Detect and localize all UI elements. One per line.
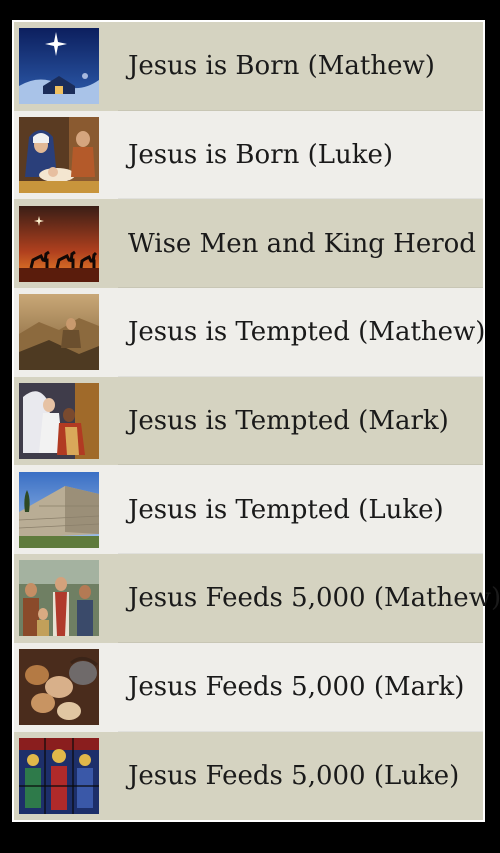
story-list: Jesus is Born (Mathew) Jesus is Born (Lu… [14,22,500,821]
list-item[interactable]: Jesus Feeds 5,000 (Mathew) [14,554,500,643]
bread-loaves-icon [19,649,99,726]
list-item[interactable]: Jesus is Born (Luke) [14,110,483,200]
item-label: Jesus Feeds 5,000 (Mark) [128,672,465,703]
list-item[interactable]: Jesus Feeds 5,000 (Mark) [14,642,483,732]
crowd-icon [19,560,99,637]
mary-and-baby-icon [19,117,99,194]
item-label: Jesus is Tempted (Luke) [128,494,444,525]
wise-men-camels-icon [19,205,99,282]
nativity-star-icon [19,28,99,105]
story-list-panel: Jesus is Born (Mathew) Jesus is Born (Lu… [12,20,500,822]
list-item[interactable]: Jesus is Tempted (Mark) [14,376,483,466]
item-label: Jesus is Born (Luke) [128,140,394,171]
stained-glass-icon [19,737,99,814]
item-label: Jesus Feeds 5,000 (Mathew) [128,583,500,614]
temple-wall-icon [19,471,99,548]
list-item[interactable]: Jesus is Tempted (Mathew) [14,288,486,377]
item-label: Jesus is Tempted (Mathew) [128,317,486,348]
list-item[interactable]: Jesus is Born (Mathew) [14,22,483,111]
list-item[interactable]: Jesus Feeds 5,000 (Luke) [14,731,483,821]
item-label: Jesus Feeds 5,000 (Luke) [128,760,460,791]
list-item[interactable]: Wise Men and King Herod [14,199,483,289]
angel-comfort-icon [19,383,99,460]
wilderness-icon [19,294,99,371]
list-item[interactable]: Jesus is Tempted (Luke) [14,465,483,555]
item-label: Jesus is Born (Mathew) [128,51,435,82]
item-label: Jesus is Tempted (Mark) [128,406,449,437]
item-label: Wise Men and King Herod [128,228,476,259]
